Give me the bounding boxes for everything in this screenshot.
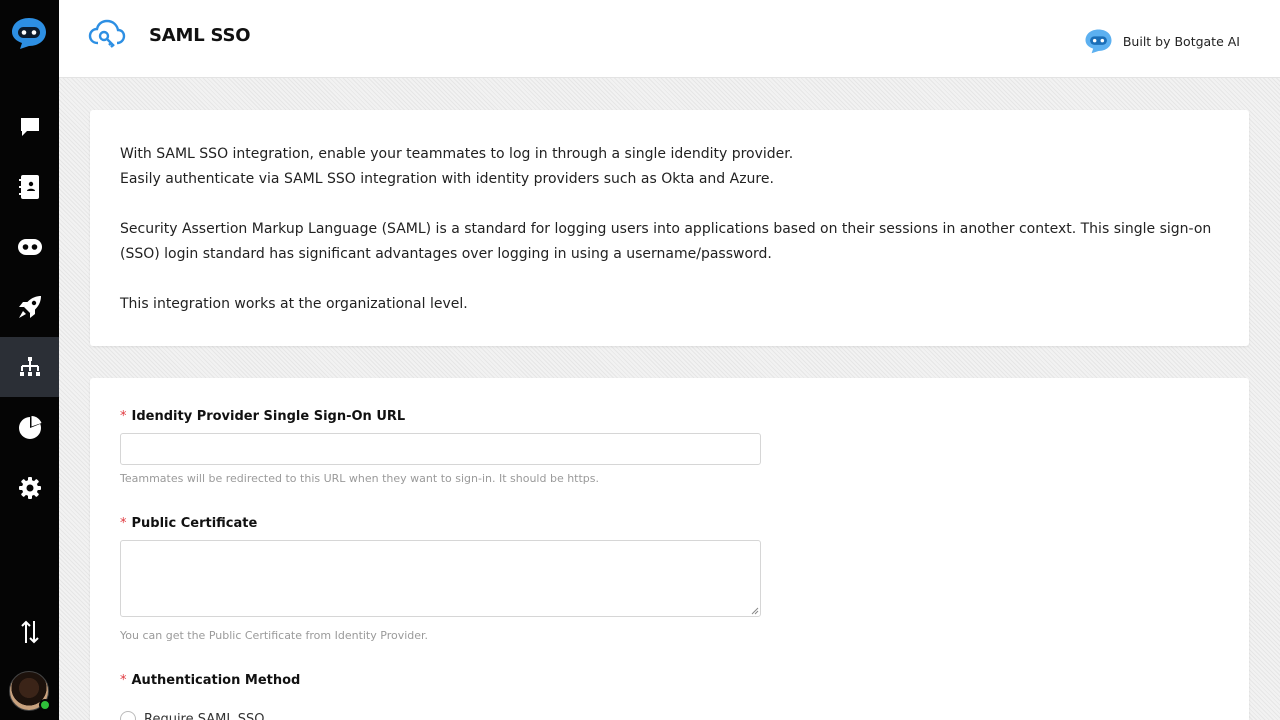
certificate-textarea[interactable] (120, 540, 761, 617)
sso-url-input[interactable] (120, 433, 761, 465)
required-mark: * (120, 673, 127, 688)
intro-card: With SAML SSO integration, enable your t… (90, 110, 1249, 346)
sidebar-item-reports[interactable] (0, 398, 59, 458)
built-by-badge[interactable]: Built by Botgate AI (1083, 28, 1240, 54)
saml-settings-form: * Idendity Provider Single Sign-On URL Te… (90, 378, 1249, 720)
bot-icon (17, 239, 42, 255)
intro-line-2: Easily authenticate via SAML SSO integra… (120, 171, 774, 187)
sso-url-label: * Idendity Provider Single Sign-On URL (120, 409, 406, 424)
intro-org-level-note: This integration works at the organizati… (120, 296, 468, 312)
gear-icon (18, 477, 41, 499)
botgate-logo[interactable] (10, 16, 48, 50)
sort-arrows-icon (20, 620, 39, 644)
resize-grip-icon[interactable] (751, 607, 759, 615)
page-header: SAML SSO Built by Botgate AI (59, 0, 1280, 78)
sidebar-item-settings[interactable] (0, 458, 59, 518)
radio-button[interactable] (120, 711, 136, 720)
avatar[interactable] (9, 671, 51, 711)
pie-chart-icon (18, 416, 41, 439)
contact-book-icon (18, 175, 39, 199)
required-mark: * (120, 409, 127, 424)
intro-line-1: With SAML SSO integration, enable your t… (120, 146, 794, 162)
intro-saml-description: Security Assertion Markup Language (SAML… (120, 221, 1212, 262)
sidebar-item-conversations[interactable] (0, 97, 59, 157)
sso-url-help-text: Teammates will be redirected to this URL… (120, 472, 600, 485)
sidebar-item-switch[interactable] (0, 602, 59, 662)
sidebar-item-integrations[interactable] (0, 337, 59, 397)
auth-method-option[interactable]: Require SAML SSO (120, 711, 264, 720)
chat-icon (20, 118, 39, 136)
sidebar-item-bots[interactable] (0, 217, 59, 277)
certificate-label: * Public Certificate (120, 516, 258, 531)
cloud-key-icon (88, 19, 126, 55)
sidebar (0, 0, 59, 720)
sidebar-item-campaigns[interactable] (0, 277, 59, 337)
sidebar-item-contacts[interactable] (0, 157, 59, 217)
online-status-indicator (39, 699, 51, 711)
botgate-logo-icon (1085, 29, 1112, 54)
certificate-help-text: You can get the Public Certificate from … (120, 629, 429, 642)
required-mark: * (120, 516, 127, 531)
built-by-label: Built by Botgate AI (1122, 33, 1240, 49)
hierarchy-icon (19, 357, 40, 376)
page-title: SAML SSO (149, 25, 251, 46)
rocket-icon (18, 296, 41, 318)
auth-method-option-label: Require SAML SSO (144, 711, 265, 720)
auth-method-label: * Authentication Method (120, 673, 301, 688)
